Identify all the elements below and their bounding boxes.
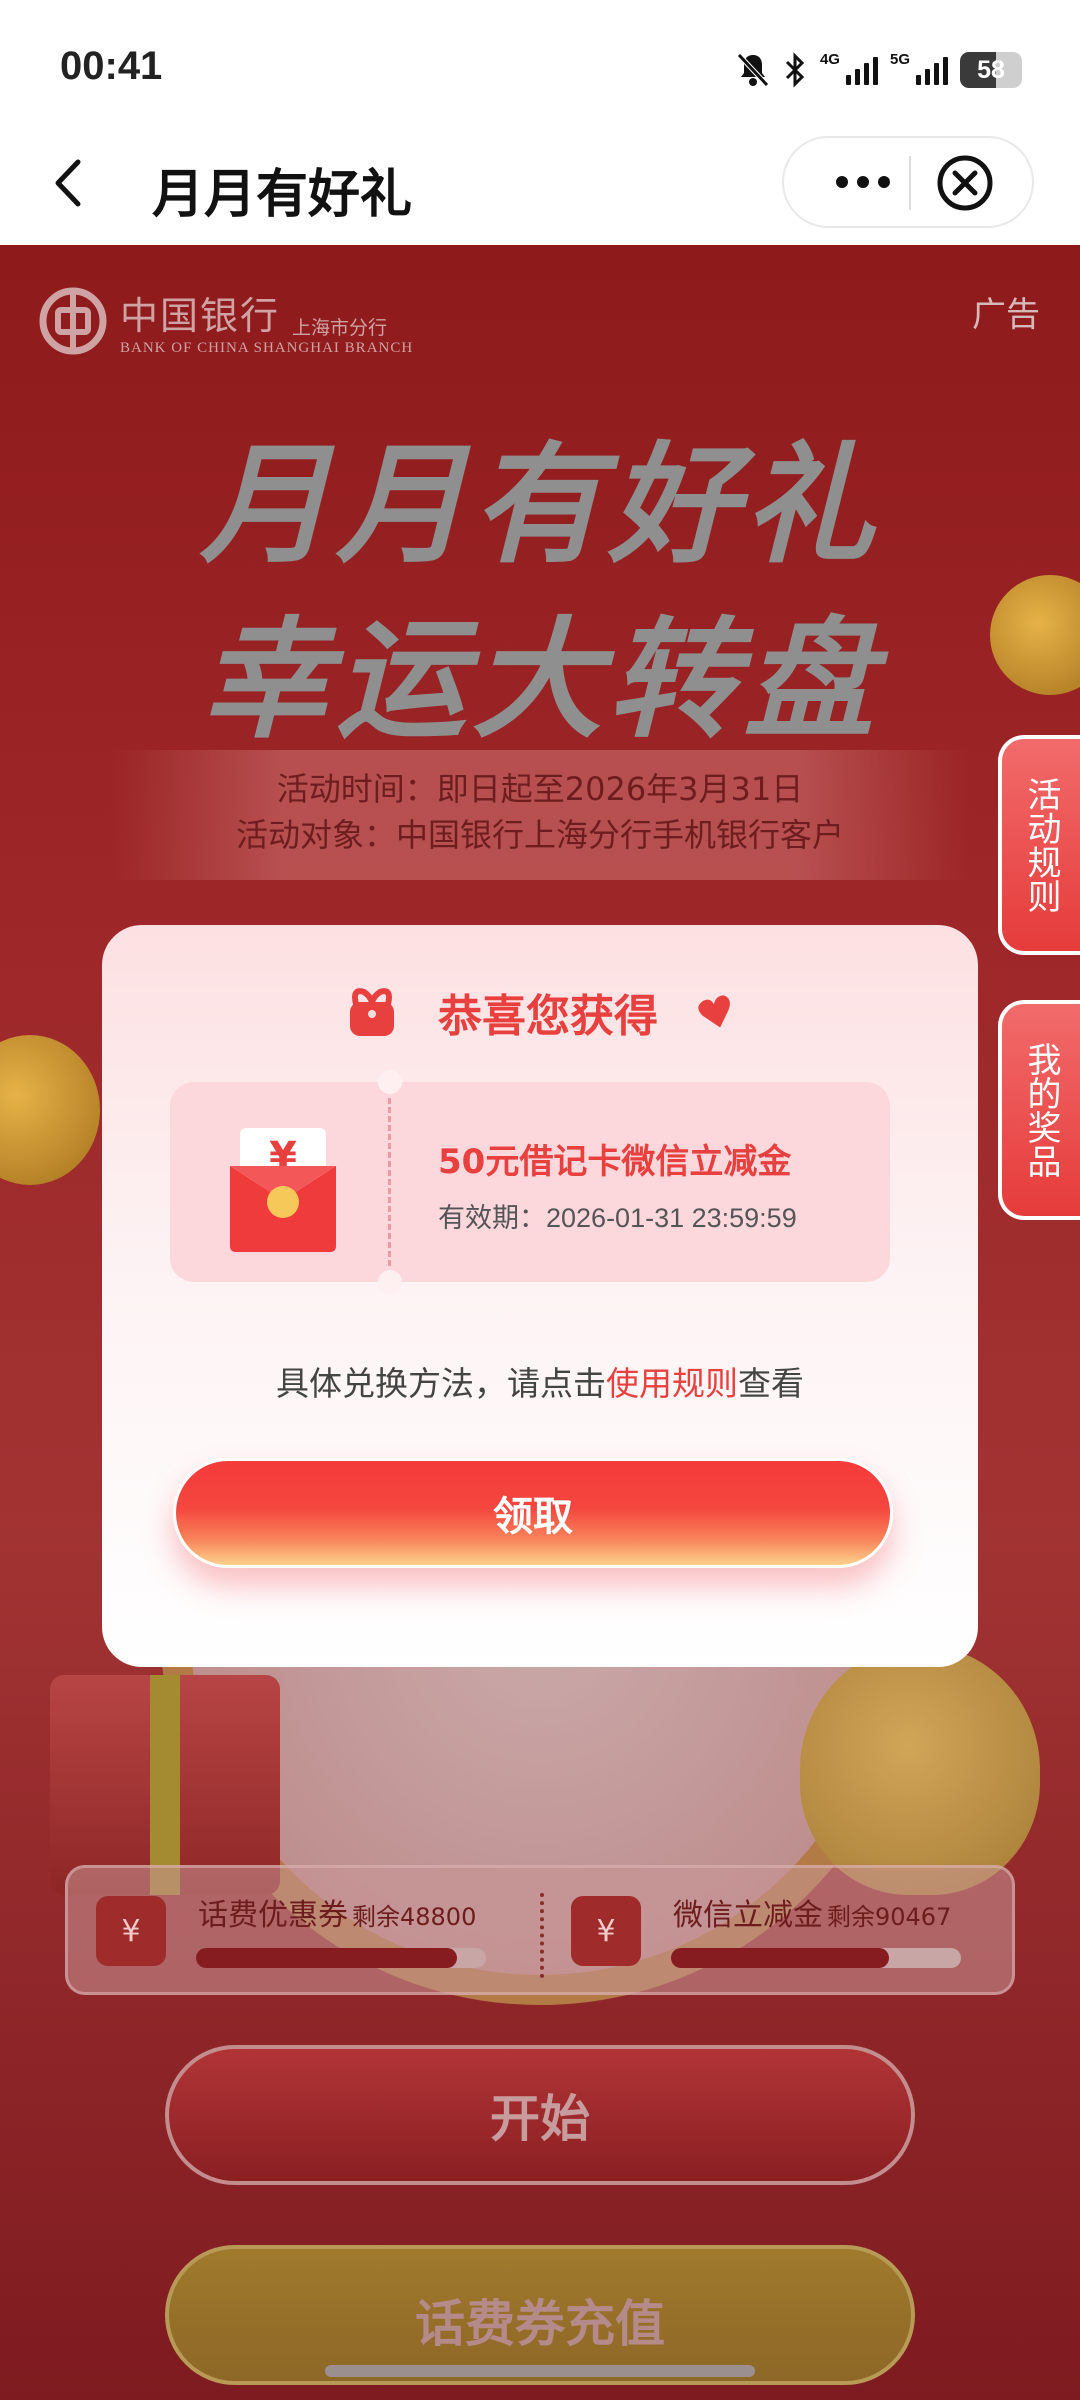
bank-name-cn: 中国银行 [120, 294, 281, 338]
prize-stock-bar: ¥ 话费优惠券 剩余48800 ¥ 微信立减金 剩余90467 [65, 1865, 1015, 1995]
status-time: 00:41 [60, 44, 163, 88]
gift-box-icon [50, 1675, 280, 1895]
bank-branch-cn: 上海市分行 [292, 317, 388, 339]
battery-icon: 58 [960, 52, 1022, 88]
back-arrow-icon[interactable] [40, 148, 100, 218]
activity-rules-tab[interactable]: 活动规则 [998, 735, 1080, 955]
signal-bars-1-icon [845, 55, 878, 85]
coupon-expiry: 有效期：2026-01-31 23:59:59 [438, 1196, 797, 1235]
prize-coupon-card: ¥ 50元借记卡微信立减金 有效期：2026-01-31 23:59:59 [170, 1070, 890, 1294]
bank-of-china-logo-icon [39, 287, 107, 355]
network-4g-label: 4G [819, 50, 840, 68]
network-5g-label: 5G [889, 50, 910, 68]
stock-item-wechat: ¥ 微信立减金 剩余90467 [543, 1868, 1013, 1998]
heart-balloon-icon [698, 995, 730, 1028]
campaign-title-line1: 月月有好礼 [199, 429, 880, 581]
ad-label: 广告 [972, 295, 1040, 335]
coupon-notch [378, 1270, 402, 1294]
mini-program-capsule [782, 136, 1034, 228]
bank-name-en: BANK OF CHINA SHANGHAI BRANCH [120, 340, 414, 356]
red-envelope-icon: ¥ [230, 1128, 336, 1252]
stock-progress-fill [671, 1948, 889, 1968]
home-indicator[interactable] [325, 2365, 755, 2377]
coupon-name: 50元借记卡微信立减金 [438, 1142, 792, 1182]
stock-progress [671, 1948, 961, 1968]
expiry-label: 有效期： [438, 1203, 546, 1233]
event-time: 活动时间：即日起至2026年3月31日 [276, 770, 804, 808]
redeem-note: 具体兑换方法，请点击使用规则查看 [102, 1357, 978, 1405]
recharge-coupon-button[interactable]: 话费券充值 [165, 2245, 915, 2385]
start-spin-button[interactable]: 开始 [165, 2045, 915, 2185]
my-prizes-tab[interactable]: 我的奖品 [998, 1000, 1080, 1220]
coupon-ticket-icon: ¥ [571, 1896, 641, 1966]
event-info-banner: 活动时间：即日起至2026年3月31日 活动对象：中国银行上海分行手机银行客户 [110, 750, 970, 880]
status-icons: 4G 5G 58 [736, 46, 1022, 94]
stock-remaining: 剩余90467 [827, 1903, 952, 1931]
gold-coin-icon [0, 1035, 100, 1185]
expiry-value: 2026-01-31 23:59:59 [546, 1203, 797, 1233]
stock-progress [196, 1948, 486, 1968]
modal-header: 恭喜您获得 [102, 977, 978, 1047]
capsule-divider [909, 156, 911, 210]
redeem-note-suffix: 查看 [738, 1364, 804, 1403]
nav-bar: 月月有好礼 [0, 130, 1080, 245]
stock-remaining: 剩余48800 [352, 1903, 477, 1931]
page-title: 月月有好礼 [152, 165, 413, 225]
usage-rules-link[interactable]: 使用规则 [606, 1364, 738, 1403]
red-envelope-icon: ¥ [96, 1896, 166, 1966]
status-bar: 00:41 4G 5G 58 [0, 0, 1080, 130]
close-circle-icon[interactable] [934, 152, 996, 214]
stock-name: 微信立减金 [673, 1898, 823, 1933]
stock-progress-fill [196, 1948, 457, 1968]
mascot-character [800, 1645, 1040, 1895]
recharge-button-label: 话费券充值 [415, 2295, 665, 2353]
modal-title: 恭喜您获得 [438, 991, 658, 1042]
coupon-notch [378, 1070, 402, 1094]
bank-logo: 中国银行 上海市分行 BANK OF CHINA SHANGHAI BRANCH [38, 285, 413, 357]
redeem-note-prefix: 具体兑换方法，请点击 [276, 1364, 606, 1403]
stock-name: 话费优惠券 [198, 1898, 348, 1933]
gift-bag-icon [350, 988, 394, 1036]
mute-bell-icon [737, 53, 769, 87]
stock-item-phone-coupon: ¥ 话费优惠券 剩余48800 [68, 1868, 538, 1998]
event-target: 活动对象：中国银行上海分行手机银行客户 [235, 816, 844, 854]
bluetooth-icon [785, 52, 805, 88]
prize-won-modal: 恭喜您获得 ¥ 50元借记卡微信立减金 有效期：2026-01-31 23:59… [102, 925, 978, 1667]
signal-bars-2-icon [916, 55, 948, 85]
more-dots-icon[interactable] [828, 138, 898, 226]
claim-button[interactable]: 领取 [173, 1458, 893, 1568]
campaign-title-line2: 幸运大转盘 [199, 604, 880, 756]
coupon-divider [388, 1098, 391, 1266]
